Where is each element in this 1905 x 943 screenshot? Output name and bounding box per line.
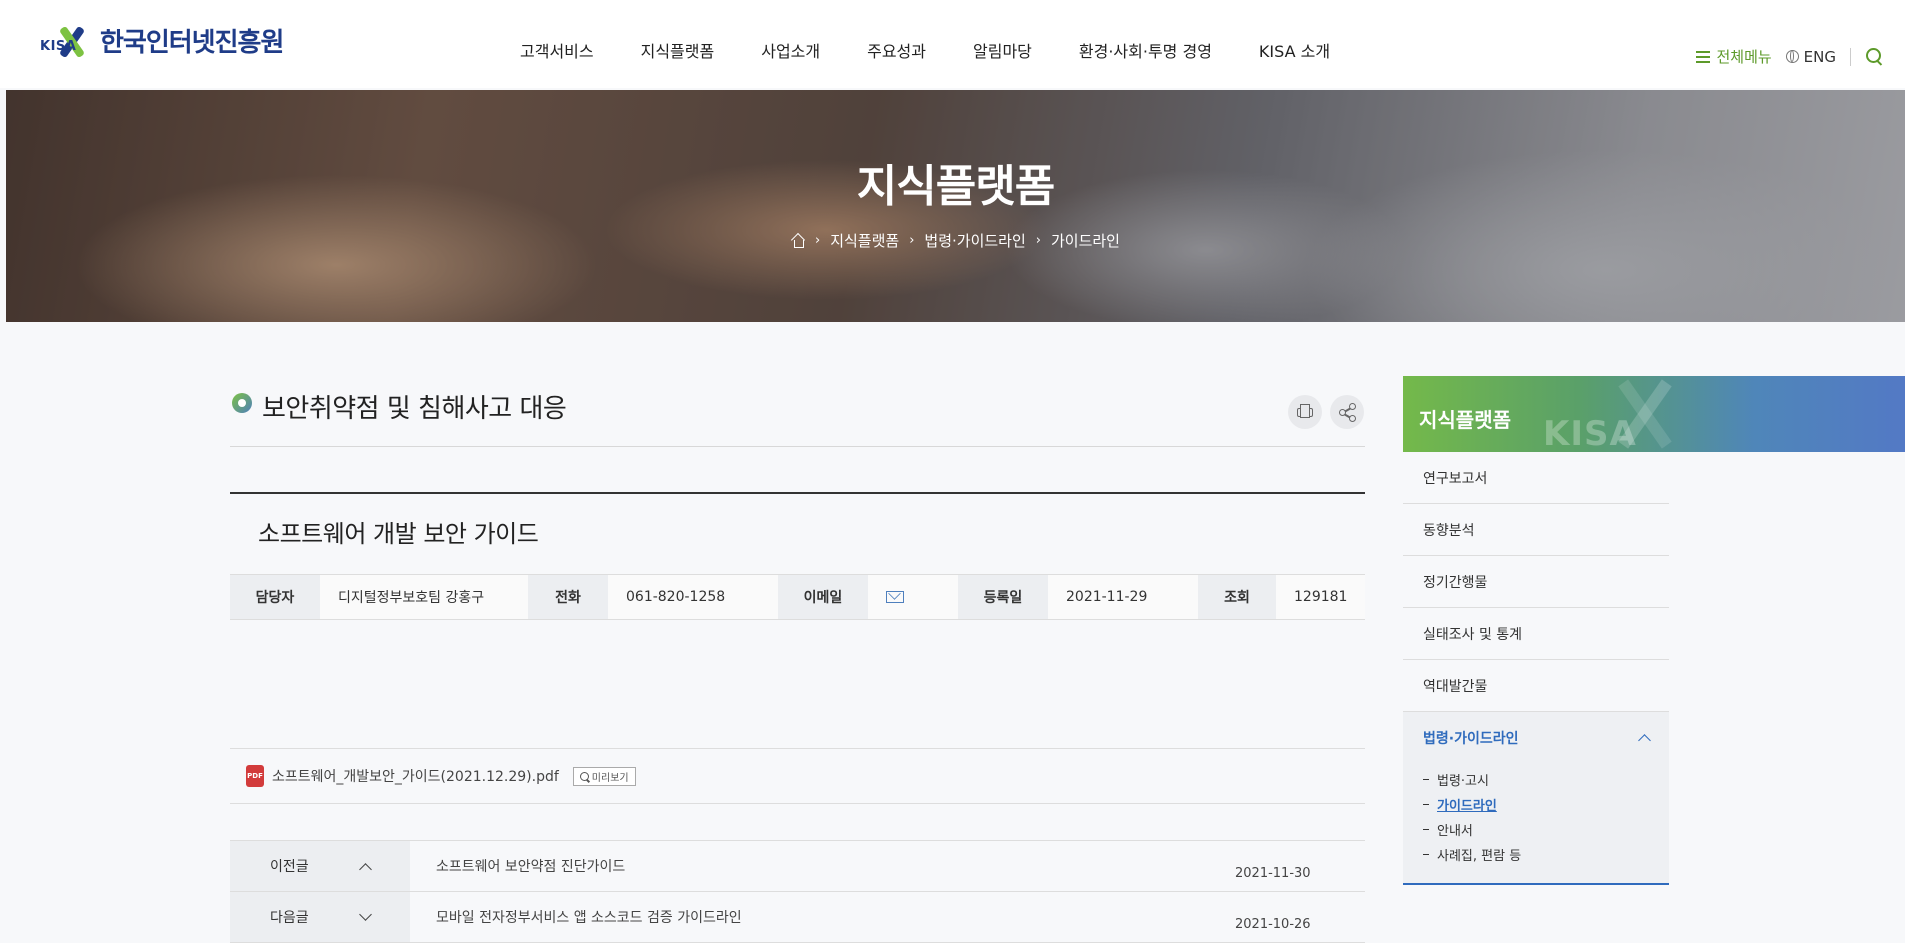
preview-label: 미리보기: [591, 772, 629, 784]
logo-text: 한국인터넷진흥원: [100, 28, 284, 58]
prev-post-row[interactable]: 이전글 소프트웨어 보안약점 진단가이드 2021-11-30: [230, 841, 1365, 892]
hamburger-icon: [1696, 50, 1711, 63]
prev-label: 이전글: [270, 859, 309, 875]
sub-item-guidebooks[interactable]: 안내서: [1423, 817, 1669, 842]
attachment-row: PDF 소프트웨어_개발보안_가이드(2021.12.29).pdf 미리보기: [230, 748, 1365, 804]
divider: [1850, 47, 1851, 66]
hero-banner: 지식플랫폼 › 지식플랫폼 › 법령·가이드라인 › 가이드라인: [6, 90, 1905, 322]
manager-value: 디지털정부보호팀 강홍구: [320, 575, 528, 619]
date-value: 2021-11-29: [1048, 575, 1198, 619]
side-item-trend-analysis[interactable]: 동향분석: [1403, 504, 1669, 556]
next-post-date: 2021-10-26: [1235, 917, 1311, 932]
prev-label-cell: 이전글: [230, 841, 410, 891]
side-submenu: 법령·고시 가이드라인 안내서 사례집, 편람 등: [1403, 763, 1669, 885]
nav-knowledge-platform[interactable]: 지식플랫폼: [641, 38, 715, 62]
email-label: 이메일: [778, 575, 868, 619]
post-navigation: 이전글 소프트웨어 보안약점 진단가이드 2021-11-30 다음글 모바일 …: [230, 840, 1365, 943]
main-nav: 고객서비스 지식플랫폼 사업소개 주요성과 알림마당 환경·사회·투명 경영 K…: [520, 38, 1330, 62]
breadcrumb-item[interactable]: 지식플랫폼: [830, 230, 899, 251]
print-icon[interactable]: [1288, 395, 1322, 429]
nav-notice[interactable]: 알림마당: [973, 38, 1032, 62]
preview-button[interactable]: 미리보기: [572, 766, 636, 786]
chevron-right-icon: ›: [814, 233, 821, 248]
views-value: 129181: [1276, 575, 1365, 619]
eng-label: ENG: [1803, 47, 1836, 66]
chevron-up-icon: [1638, 733, 1651, 747]
nav-achievements[interactable]: 주요성과: [867, 38, 926, 62]
breadcrumb: › 지식플랫폼 › 법령·가이드라인 › 가이드라인: [6, 230, 1905, 251]
side-item-research-reports[interactable]: 연구보고서: [1403, 452, 1669, 504]
chevron-up-icon: [359, 862, 372, 876]
post-view: 소프트웨어 개발 보안 가이드 담당자 디지털정부보호팀 강홍구 전화 061-…: [230, 492, 1365, 943]
side-item-laws-guidelines[interactable]: 법령·가이드라인: [1403, 712, 1669, 763]
nav-customer-service[interactable]: 고객서비스: [520, 38, 594, 62]
kisa-logo[interactable]: KISA 한국인터넷진흥원: [40, 22, 284, 59]
sub-item-guidelines[interactable]: 가이드라인: [1423, 792, 1669, 817]
chevron-down-icon: [359, 907, 372, 921]
site-header: KISA 한국인터넷진흥원 고객서비스 지식플랫폼 사업소개 주요성과 알림마당…: [0, 0, 1905, 88]
page-title-bar: 보안취약점 및 침해사고 대응: [230, 380, 1365, 447]
next-label-cell: 다음글: [230, 892, 410, 942]
nav-esg[interactable]: 환경·사회·투명 경영: [1079, 38, 1212, 62]
side-menu: 연구보고서 동향분석 정기간행물 실태조사 및 통계 역대발간물 법령·가이드라…: [1403, 452, 1669, 885]
views-label: 조회: [1198, 575, 1276, 619]
sub-item-casebooks[interactable]: 사례집, 편람 등: [1423, 842, 1669, 867]
sub-item-laws-notices[interactable]: 법령·고시: [1423, 767, 1669, 792]
post-title: 소프트웨어 개발 보안 가이드: [258, 520, 539, 548]
share-icon[interactable]: [1330, 395, 1364, 429]
hero-title: 지식플랫폼: [856, 161, 1055, 212]
all-menu-label: 전체메뉴: [1716, 48, 1772, 66]
side-nav: KISA 지식플랫폼 연구보고서 동향분석 정기간행물 실태조사 및 통계 역대…: [1403, 376, 1905, 885]
side-nav-title: 지식플랫폼: [1419, 408, 1511, 432]
manager-label: 담당자: [230, 575, 320, 619]
chevron-right-icon: ›: [1035, 233, 1041, 248]
globe-icon: [1785, 50, 1799, 63]
nav-about-kisa[interactable]: KISA 소개: [1259, 38, 1330, 62]
side-item-label: 법령·가이드라인: [1423, 730, 1519, 747]
email-link[interactable]: [868, 575, 958, 619]
phone-label: 전화: [528, 575, 608, 619]
next-post-row[interactable]: 다음글 모바일 전자정부서비스 앱 소스코드 검증 가이드라인 2021-10-…: [230, 892, 1365, 943]
breadcrumb-item[interactable]: 가이드라인: [1051, 230, 1120, 251]
prev-post-link[interactable]: 소프트웨어 보안약점 진단가이드: [410, 841, 1235, 891]
next-label: 다음글: [270, 910, 309, 926]
all-menu-button[interactable]: 전체메뉴: [1696, 46, 1772, 67]
side-item-past-publications[interactable]: 역대발간물: [1403, 660, 1669, 712]
chevron-right-icon: ›: [909, 233, 915, 248]
search-icon[interactable]: [1865, 47, 1885, 67]
home-icon[interactable]: [791, 234, 805, 248]
language-eng-button[interactable]: ENG: [1785, 47, 1836, 66]
breadcrumb-item[interactable]: 법령·가이드라인: [924, 230, 1025, 251]
kisa-logo-mark: KISA: [40, 23, 94, 59]
next-post-link[interactable]: 모바일 전자정부서비스 앱 소스코드 검증 가이드라인: [410, 892, 1235, 942]
post-body: [230, 620, 1365, 748]
attachment-link[interactable]: 소프트웨어_개발보안_가이드(2021.12.29).pdf: [272, 766, 559, 786]
page-title: 보안취약점 및 침해사고 대응: [262, 394, 567, 424]
nav-business[interactable]: 사업소개: [761, 38, 820, 62]
side-nav-header: KISA 지식플랫폼: [1403, 376, 1905, 452]
side-nav-watermark: KISA: [1543, 414, 1637, 452]
prev-post-date: 2021-11-30: [1235, 866, 1311, 881]
search-icon: [579, 771, 589, 781]
logo-mark-text: KISA: [40, 38, 77, 54]
utility-menu: 전체메뉴 ENG: [1696, 46, 1885, 67]
mail-icon: [886, 591, 904, 603]
date-label: 등록일: [958, 575, 1048, 619]
side-item-periodicals[interactable]: 정기간행물: [1403, 556, 1669, 608]
phone-value: 061-820-1258: [608, 575, 778, 619]
post-meta: 담당자 디지털정부보호팀 강홍구 전화 061-820-1258 이메일 등록일…: [230, 574, 1365, 620]
side-item-surveys-statistics[interactable]: 실태조사 및 통계: [1403, 608, 1669, 660]
pdf-icon: PDF: [246, 765, 264, 787]
